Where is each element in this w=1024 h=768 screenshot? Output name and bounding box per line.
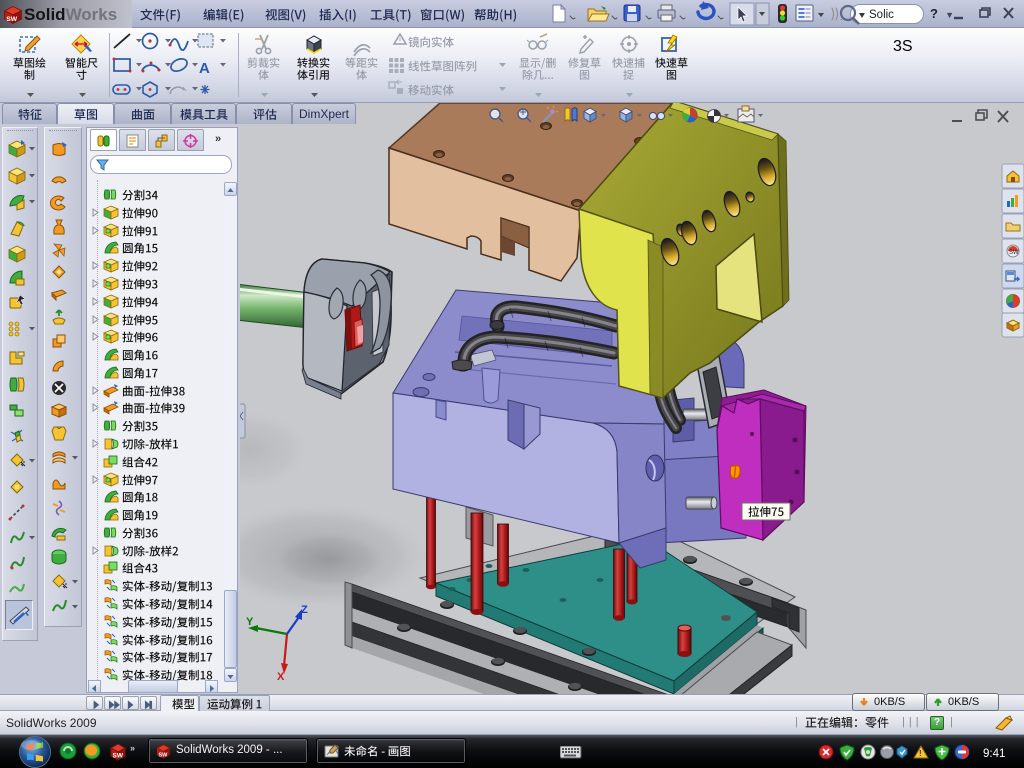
svg-text:SW: SW xyxy=(6,16,18,23)
svg-text:!: ! xyxy=(919,749,922,758)
svg-text:SW: SW xyxy=(159,753,169,759)
svg-text:X: X xyxy=(277,671,285,683)
svg-text:SW: SW xyxy=(113,753,124,760)
svg-text:Solic: Solic xyxy=(869,9,894,21)
svg-text:»: » xyxy=(130,743,135,753)
svg-text:Y: Y xyxy=(246,616,254,628)
svg-text:SW: SW xyxy=(1009,250,1019,256)
svg-text:A: A xyxy=(199,60,210,77)
svg-text:Z: Z xyxy=(301,604,308,616)
